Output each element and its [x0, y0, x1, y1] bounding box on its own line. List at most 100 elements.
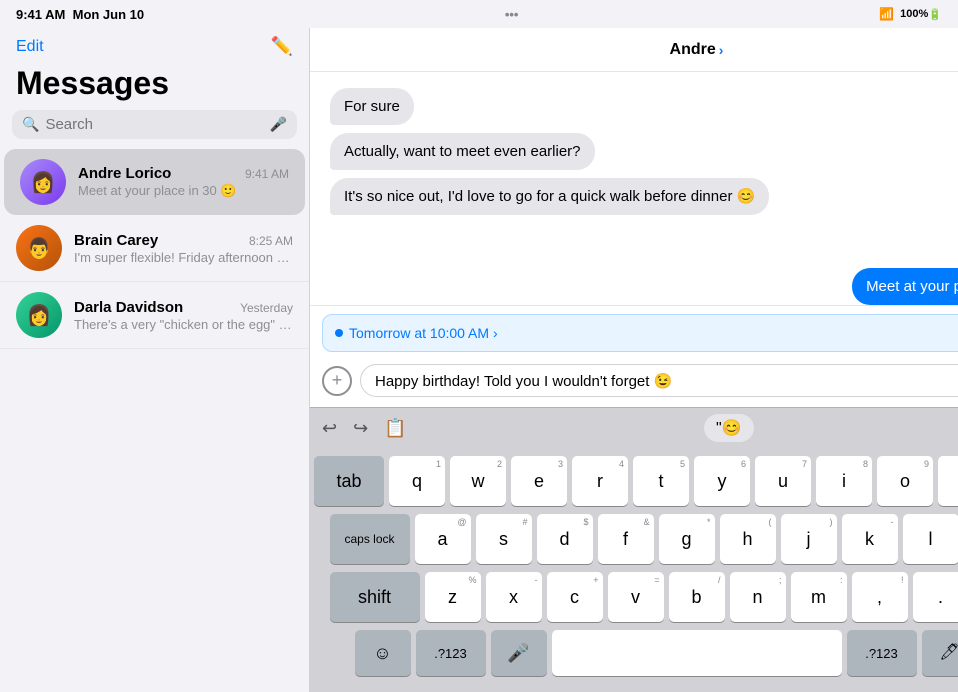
period-key[interactable]: ?.	[913, 572, 958, 622]
m-key[interactable]: :m	[791, 572, 847, 622]
conv-content: Darla Davidson Yesterday There's a very …	[74, 299, 293, 332]
h-key[interactable]: (h	[720, 514, 776, 564]
keyboard-row-3: shift %z -x +c =v /b ;n :m !, ?. shift	[314, 572, 958, 622]
microphone-key[interactable]: 🎤	[491, 630, 547, 676]
add-attachment-button[interactable]: +	[322, 366, 352, 396]
y-key[interactable]: 6y	[694, 456, 750, 506]
conv-preview: I'm super flexible! Friday afternoon or …	[74, 250, 293, 265]
keyboard-toolbar: ↩ ↪ 📋 "😊 ≡A	[310, 407, 958, 448]
conversation-item[interactable]: 👩 Darla Davidson Yesterday There's a ver…	[0, 282, 309, 349]
search-icon: 🔍	[22, 116, 39, 133]
search-input[interactable]	[45, 116, 263, 133]
chat-contact-name[interactable]: Andre ›	[670, 41, 724, 59]
messages-area: For sure Actually, want to meet even ear…	[310, 72, 958, 305]
microphone-icon[interactable]: 🎤	[270, 116, 287, 133]
conv-name: Andre Lorico	[78, 165, 171, 182]
undo-button[interactable]: ↩	[322, 418, 337, 439]
w-key[interactable]: 2w	[450, 456, 506, 506]
k-key[interactable]: -k	[842, 514, 898, 564]
input-area: Tomorrow at 10:00 AM › ✕ + ↑	[310, 305, 958, 407]
conv-time: Yesterday	[240, 301, 293, 315]
status-icons: 📶 100% 🔋	[879, 7, 942, 21]
conv-content: Brain Carey 8:25 AM I'm super flexible! …	[74, 232, 293, 265]
sidebar-header: Edit ✏️	[0, 28, 309, 61]
status-dots: •••	[505, 7, 519, 22]
redo-button[interactable]: ↪	[353, 418, 368, 439]
status-time: 9:41 AM Mon Jun 10	[16, 7, 144, 22]
emoji-suggestions[interactable]: "😊	[704, 414, 754, 442]
z-key[interactable]: %z	[425, 572, 481, 622]
space-key[interactable]	[552, 630, 842, 676]
f-key[interactable]: &f	[598, 514, 654, 564]
keyboard-row-1: tab 1q 2w 3e 4r 5t 6y 7u 8i 9o 0p delete	[314, 456, 958, 506]
o-key[interactable]: 9o	[877, 456, 933, 506]
message-bubble: It's so nice out, I'd love to go for a q…	[330, 178, 769, 215]
message-input-row: + ↑	[310, 356, 958, 407]
u-key[interactable]: 7u	[755, 456, 811, 506]
edit-button[interactable]: Edit	[16, 38, 44, 56]
d-key[interactable]: $d	[537, 514, 593, 564]
conv-time: 8:25 AM	[249, 234, 293, 248]
j-key[interactable]: )j	[781, 514, 837, 564]
n-key[interactable]: ;n	[730, 572, 786, 622]
e-key[interactable]: 3e	[511, 456, 567, 506]
q-key[interactable]: 1q	[389, 456, 445, 506]
conversation-list: 👩 Andre Lorico 9:41 AM Meet at your plac…	[0, 149, 309, 692]
avatar: 👨	[16, 225, 62, 271]
conv-top: Darla Davidson Yesterday	[74, 299, 293, 316]
avatar: 👩	[16, 292, 62, 338]
keyboard-row-2: caps lock @a #s $d &f *g (h )j -k l retu…	[314, 514, 958, 564]
keyboard: tab 1q 2w 3e 4r 5t 6y 7u 8i 9o 0p delete…	[310, 448, 958, 692]
sidebar-title: Messages	[0, 61, 309, 110]
a-key[interactable]: @a	[415, 514, 471, 564]
keyboard-row-4: ☺ .?123 🎤 .?123 🖊 ⌨	[314, 630, 958, 676]
conv-time: 9:41 AM	[245, 167, 289, 181]
emoji-key[interactable]: ☺	[355, 630, 411, 676]
conv-content: Andre Lorico 9:41 AM Meet at your place …	[78, 165, 289, 199]
chevron-right-icon: ›	[719, 42, 724, 58]
search-bar[interactable]: 🔍 🎤	[12, 110, 297, 139]
conv-preview: There's a very "chicken or the egg" thin…	[74, 317, 293, 332]
compose-button[interactable]: ✏️	[271, 36, 293, 57]
i-key[interactable]: 8i	[816, 456, 872, 506]
chat-header: Andre › 📹	[310, 28, 958, 72]
avatar: 👩	[20, 159, 66, 205]
message-bubble: Actually, want to meet even earlier?	[330, 133, 595, 170]
b-key[interactable]: /b	[669, 572, 725, 622]
numbers-key-right[interactable]: .?123	[847, 630, 917, 676]
wifi-icon: 📶	[879, 7, 894, 21]
t-key[interactable]: 5t	[633, 456, 689, 506]
left-shift-key[interactable]: shift	[330, 572, 420, 622]
status-bar: 9:41 AM Mon Jun 10 ••• 📶 100% 🔋	[0, 0, 958, 28]
caps-lock-key[interactable]: caps lock	[330, 514, 410, 564]
app-container: Edit ✏️ Messages 🔍 🎤 👩 Andre Lorico 9:41…	[0, 28, 958, 692]
clipboard-button[interactable]: 📋	[384, 418, 406, 439]
conv-top: Andre Lorico 9:41 AM	[78, 165, 289, 182]
sidebar: Edit ✏️ Messages 🔍 🎤 👩 Andre Lorico 9:41…	[0, 28, 310, 692]
v-key[interactable]: =v	[608, 572, 664, 622]
l-key[interactable]: l	[903, 514, 958, 564]
message-input[interactable]	[360, 364, 958, 397]
message-bubble: Meet at your place in 30 🙂	[852, 268, 958, 305]
conv-preview: Meet at your place in 30 🙂	[78, 183, 289, 199]
c-key[interactable]: +c	[547, 572, 603, 622]
conv-top: Brain Carey 8:25 AM	[74, 232, 293, 249]
scheduled-info[interactable]: Tomorrow at 10:00 AM ›	[335, 325, 498, 341]
conversation-item[interactable]: 👨 Brain Carey 8:25 AM I'm super flexible…	[0, 215, 309, 282]
conv-name: Darla Davidson	[74, 299, 183, 316]
r-key[interactable]: 4r	[572, 456, 628, 506]
numbers-key[interactable]: .?123	[416, 630, 486, 676]
comma-key[interactable]: !,	[852, 572, 908, 622]
scheduled-time: Tomorrow at 10:00 AM ›	[349, 325, 498, 341]
s-key[interactable]: #s	[476, 514, 532, 564]
g-key[interactable]: *g	[659, 514, 715, 564]
battery-icon: 100% 🔋	[900, 8, 942, 21]
tab-key[interactable]: tab	[314, 456, 384, 506]
scribble-key[interactable]: 🖊	[922, 630, 958, 676]
conversation-item[interactable]: 👩 Andre Lorico 9:41 AM Meet at your plac…	[4, 149, 305, 215]
p-key[interactable]: 0p	[938, 456, 958, 506]
scheduled-banner: Tomorrow at 10:00 AM › ✕	[322, 314, 958, 352]
message-bubble: For sure	[330, 88, 414, 125]
x-key[interactable]: -x	[486, 572, 542, 622]
scheduled-dot-icon	[335, 329, 343, 337]
